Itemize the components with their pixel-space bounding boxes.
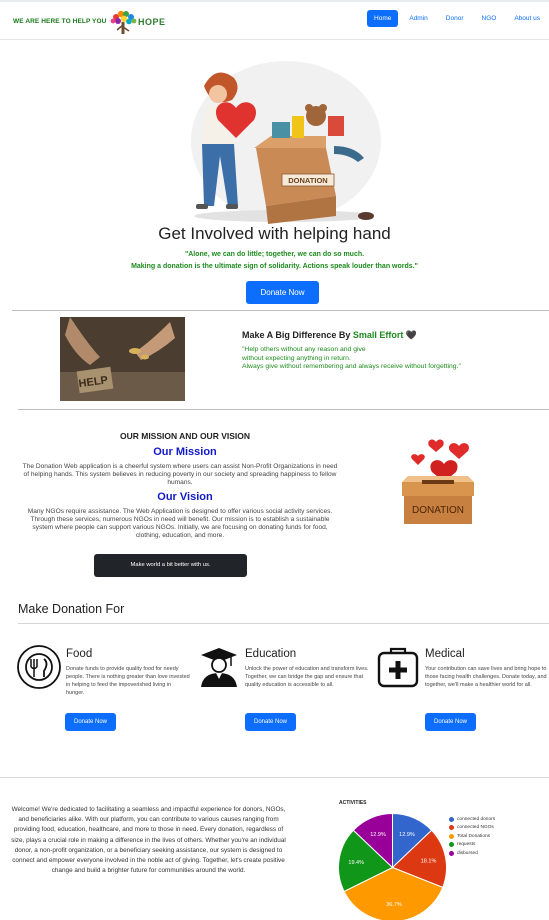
medical-title: Medical	[425, 648, 465, 660]
difference-text-line-2: without expecting anything in return.	[242, 354, 351, 362]
difference-title-prefix: Make A Big Difference By	[242, 330, 353, 340]
donation-for-title: Make Donation For	[18, 602, 125, 616]
help-hands-photo: HELP	[60, 317, 185, 401]
divider	[18, 623, 549, 624]
education-title: Education	[245, 648, 297, 660]
nav-admin-link[interactable]: Admin	[402, 10, 434, 27]
hero-title: Get Involved with helping hand	[158, 224, 391, 243]
medical-text: Your contribution can save lives and bri…	[425, 666, 547, 688]
pie-slice-label-2: 36.7%	[386, 902, 402, 908]
legend-item: requests	[449, 841, 495, 850]
hero-donate-button[interactable]: Donate Now	[246, 281, 319, 304]
difference-text-line-3: Always give without remembering and alwa…	[242, 363, 461, 370]
hero-donation-illustration: DONATION	[191, 61, 381, 224]
vision-title: Our Vision	[157, 491, 213, 503]
divider	[12, 310, 549, 311]
pie-slice-label-0: 12.9%	[399, 832, 415, 838]
chart-title: ACTIVITIES	[339, 800, 367, 806]
mission-text: The Donation Web application is a cheerf…	[22, 463, 338, 486]
legend-item: connected NGOs	[449, 824, 495, 833]
pie-slice-label-3: 19.4%	[348, 860, 364, 866]
legend-swatch	[449, 850, 454, 856]
mission-vision-heading: OUR MISSION AND OUR VISION	[119, 431, 251, 441]
nav-ngo-link[interactable]: NGO	[475, 10, 504, 27]
hero-quote: "Alone, we can do little; together, we c…	[0, 249, 549, 273]
brand-name[interactable]: HOPE	[138, 17, 166, 27]
legend-item: connected donors	[449, 815, 495, 824]
legend-label: requests	[457, 842, 476, 848]
navbar: WE ARE HERE TO HELP YOU HOPE Home Admin …	[0, 2, 549, 40]
legend-item: disbursed	[449, 849, 495, 858]
nav-donor-link[interactable]: Donor	[439, 10, 471, 27]
nav-home-link[interactable]: Home	[367, 10, 399, 27]
heart-icon: 🖤	[405, 330, 418, 340]
nav-about-link[interactable]: About us	[507, 10, 547, 27]
difference-text: "Help others without any reason and give…	[242, 346, 542, 372]
divider	[18, 409, 549, 410]
medical-kit-icon	[377, 647, 419, 688]
difference-title-highlight: Small Effort	[352, 330, 404, 340]
hero-quote-line-2: Making a donation is the ultimate sign o…	[131, 263, 418, 270]
mission-title: Our Mission	[153, 446, 217, 458]
legend-item: Total Donations	[449, 832, 495, 841]
nav-links: Home Admin Donor NGO About us	[367, 10, 547, 27]
donation-box-hearts-illustration: DONATION	[402, 439, 474, 524]
tree-logo-icon	[110, 10, 137, 34]
education-text: Unlock the power of education and transf…	[245, 666, 369, 688]
legend-label: disbursed	[457, 850, 478, 856]
chart-legend: connected donors connected NGOs Total Dona…	[449, 815, 495, 858]
food-donate-button[interactable]: Donate Now	[65, 713, 116, 731]
activities-pie-chart: 12.9% 18.1% 36.7% 19.4% 12.9%	[338, 812, 447, 920]
hero-box-label: DONATION	[288, 176, 327, 185]
brand-tagline: WE ARE HERE TO HELP YOU	[13, 18, 107, 25]
pie-slice-label-4: 12.9%	[370, 832, 386, 838]
legend-label: connected NGOs	[457, 825, 494, 831]
food-plate-icon	[17, 645, 61, 689]
difference-text-line-1: "Help others without any reason and give	[242, 346, 366, 353]
welcome-text: Welcome! We're dedicated to facilitating…	[11, 806, 286, 875]
education-donate-button[interactable]: Donate Now	[245, 713, 296, 731]
graduate-icon	[201, 648, 237, 687]
legend-label: connected donors	[457, 816, 496, 822]
food-title: Food	[66, 648, 93, 660]
legend-swatch	[449, 842, 454, 848]
difference-title: Make A Big Difference By Small Effort 🖤	[242, 330, 417, 341]
legend-swatch	[449, 816, 454, 822]
divider	[0, 777, 549, 778]
make-world-better-button[interactable]: Make world a bit better with us.	[94, 554, 247, 577]
pie-slice-label-1: 18.1%	[421, 859, 437, 865]
vision-text: Many NGOs require assistance. The Web Ap…	[27, 508, 333, 539]
donation-box-label: DONATION	[412, 505, 464, 516]
legend-swatch	[449, 825, 454, 831]
medical-donate-button[interactable]: Donate Now	[425, 713, 476, 731]
hero-quote-line-1: "Alone, we can do little; together, we c…	[184, 251, 365, 258]
legend-label: Total Donations	[457, 833, 491, 839]
legend-swatch	[449, 833, 454, 839]
food-text: Donate funds to provide quality food for…	[66, 666, 190, 696]
